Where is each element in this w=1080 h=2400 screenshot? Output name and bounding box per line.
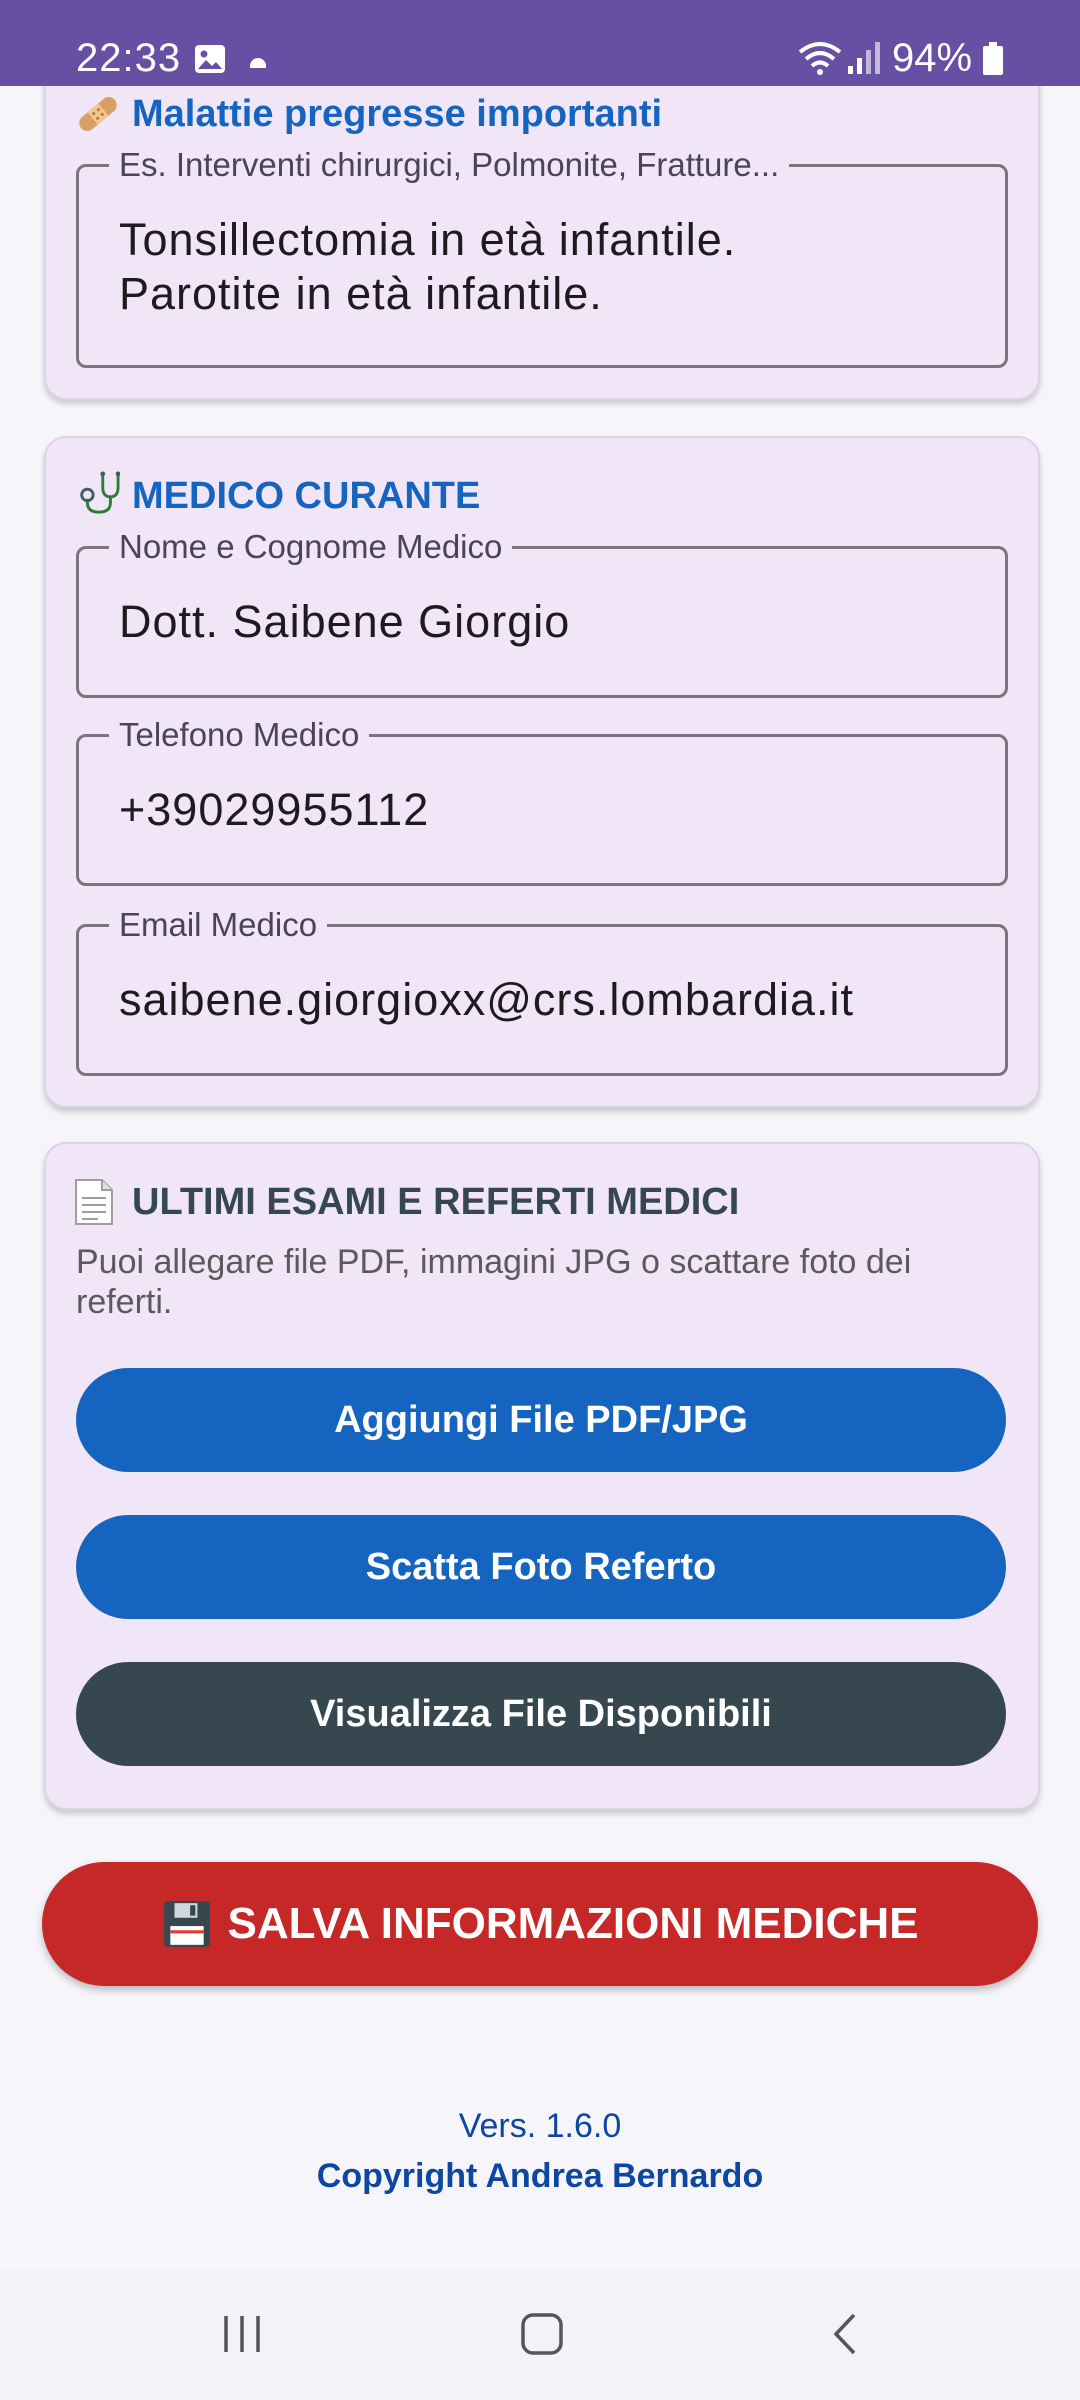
past-illnesses-card: Malattie pregresse importanti Es. Interv…: [44, 60, 1040, 400]
take-photo-button[interactable]: Scatta Foto Referto: [76, 1515, 1006, 1619]
recent-apps-icon[interactable]: [220, 2312, 264, 2356]
app-version: Vers. 1.6.0: [458, 2107, 622, 2145]
battery-percentage: 94%: [892, 36, 973, 80]
navigation-bar: [0, 2270, 1080, 2400]
save-button-label: SALVA INFORMAZIONI MEDICHE: [227, 1899, 919, 1948]
back-icon[interactable]: [824, 2312, 868, 2356]
doctor-name-value: Dott. Saibene Giorgio: [119, 596, 571, 647]
bandage-icon: [79, 97, 117, 131]
home-icon[interactable]: [520, 2312, 564, 2356]
doctor-phone-field[interactable]: Telefono Medico +39029955112: [76, 715, 1008, 886]
exams-title: ULTIMI ESAMI E REFERTI MEDICI: [132, 1181, 740, 1223]
past-illnesses-line-1: Tonsillectomia in età infantile.: [119, 214, 737, 265]
copyright: Copyright Andrea Bernardo: [316, 2157, 764, 2195]
doctor-phone-value: +39029955112: [119, 784, 430, 835]
stethoscope-icon: [80, 471, 120, 514]
doctor-phone-label: Telefono Medico: [109, 715, 370, 755]
wifi-icon: [798, 42, 842, 75]
doctor-name-label: Nome e Cognome Medico: [109, 527, 513, 567]
document-icon: [75, 1179, 113, 1225]
past-illnesses-field[interactable]: Es. Interventi chirurgici, Polmonite, Fr…: [76, 145, 1008, 368]
save-medical-info-button[interactable]: SALVA INFORMAZIONI MEDICHE: [42, 1862, 1038, 1986]
doctor-title: MEDICO CURANTE: [132, 475, 481, 517]
floppy-disk-icon: [163, 1901, 210, 1947]
view-files-button[interactable]: Visualizza File Disponibili: [76, 1662, 1006, 1766]
past-illnesses-line-2: Parotite in età infantile.: [119, 268, 603, 319]
add-file-button[interactable]: Aggiungi File PDF/JPG: [76, 1368, 1006, 1472]
exams-description: Puoi allegare file PDF, immagini JPG o s…: [76, 1243, 912, 1321]
past-illnesses-title: Malattie pregresse importanti: [132, 93, 663, 135]
exams-card: ULTIMI ESAMI E REFERTI MEDICI Puoi alleg…: [44, 1142, 1040, 1810]
doctor-email-field[interactable]: Email Medico saibene.giorgioxx@crs.lomba…: [76, 905, 1008, 1076]
status-time: 22:33: [76, 36, 182, 80]
doctor-name-field[interactable]: Nome e Cognome Medico Dott. Saibene Gior…: [76, 527, 1008, 698]
status-bar: 22:33 94%: [0, 0, 1080, 86]
notification-dot-icon: [250, 58, 266, 68]
signal-icon: [848, 42, 880, 74]
doctor-card: MEDICO CURANTE Nome e Cognome Medico Dot…: [44, 436, 1040, 1108]
doctor-email-label: Email Medico: [109, 905, 328, 945]
image-icon: [195, 45, 225, 73]
battery-icon: [983, 42, 1003, 75]
doctor-email-value: saibene.giorgioxx@crs.lombardia.it: [119, 974, 854, 1025]
past-illnesses-label: Es. Interventi chirurgici, Polmonite, Fr…: [109, 145, 790, 185]
